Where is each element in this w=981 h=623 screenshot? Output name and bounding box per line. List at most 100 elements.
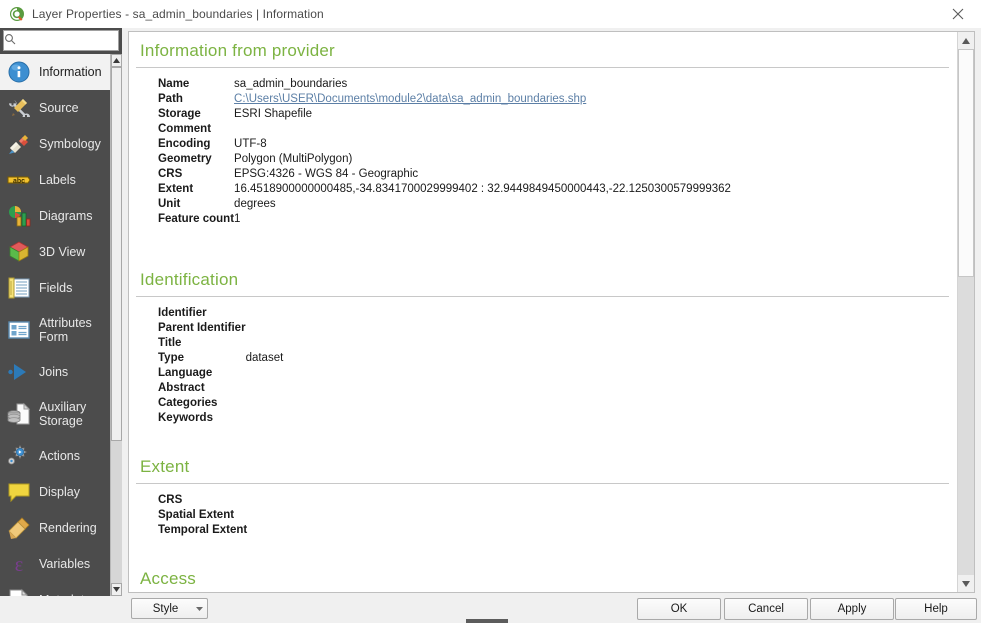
table-row: Temporal Extent [158,523,247,538]
metadata-icon [6,587,32,596]
section-divider [136,296,949,297]
sidebar-item-label: Attributes Form [39,316,92,344]
information-icon [6,59,32,85]
apply-button[interactable]: Apply [810,598,894,620]
table-row: Language [158,366,283,381]
attributes-form-icon [6,317,32,343]
row-key: Storage [158,108,201,120]
sidebar-item-3d-view[interactable]: 3D View [0,234,110,270]
row-value: UTF-8 [234,138,267,150]
row-key: Categories [158,397,218,409]
sidebar-item-label: Joins [39,365,69,379]
sidebar-item-label: Rendering [39,521,97,535]
source-icon [6,95,32,121]
table-row: Categories [158,396,283,411]
close-icon[interactable] [935,0,981,28]
sidebar-item-source[interactable]: Source [0,90,110,126]
row-value [246,381,284,396]
extent-table: CRS Spatial Extent Temporal Extent [158,493,247,538]
row-value [246,411,284,426]
sidebar-item-metadata[interactable]: Metadata [0,582,110,596]
svg-text:abc: abc [13,178,25,185]
identification-table: Identifier Parent Identifier Title Type … [158,306,283,426]
sidebar-item-label: Information [39,65,102,79]
sidebar-item-label: Auxiliary Storage [39,400,87,428]
section-title: Extent [140,457,190,476]
row-value [246,336,284,351]
sidebar-item-label: Variables [39,557,91,571]
search-icon [4,32,16,50]
sidebar-item-diagrams[interactable]: Diagrams [0,198,110,234]
table-row: Encoding UTF-8 [158,137,731,152]
svg-text:ε: ε [15,554,23,576]
table-row: Name sa_admin_boundaries [158,77,731,92]
sidebar-item-label: Actions [39,449,80,463]
search-input[interactable] [19,34,113,47]
sidebar-item-rendering[interactable]: Rendering [0,510,110,546]
sidebar-item-variables[interactable]: ε Variables [0,546,110,582]
dialog-button-bar: Style OK Cancel Apply Help [0,596,981,623]
path-link[interactable]: C:\Users\USER\Documents\module2\data\sa_… [234,93,586,105]
help-button[interactable]: Help [895,598,977,620]
row-value [234,122,731,137]
title-bar: Layer Properties - sa_admin_boundaries |… [0,0,981,28]
sidebar-item-joins[interactable]: Joins [0,354,110,390]
sidebar-scrollbar[interactable] [110,54,122,596]
sidebar-scroll-thumb[interactable] [111,67,122,441]
section-extent: Extent CRS Spatial Extent Temporal Exten… [129,448,958,538]
section-title: Identification [140,270,239,289]
row-key: Geometry [158,153,212,165]
sidebar-item-label: Fields [39,281,73,295]
row-value: ESRI Shapefile [234,108,313,120]
row-value: 16.4518900000000485,-34.8341700029999402… [234,183,731,195]
section-access: Access Fees [129,560,958,592]
content-scroll-thumb[interactable] [958,49,974,277]
cancel-button[interactable]: Cancel [724,598,808,620]
content-scroll-up-icon[interactable] [958,32,974,49]
sidebar-item-labels[interactable]: abc Labels [0,162,110,198]
ok-button[interactable]: OK [637,598,721,620]
sidebar-item-information[interactable]: Information [0,54,110,90]
table-row: Extent 16.4518900000000485,-34.834170002… [158,182,731,197]
style-dropdown-button[interactable]: Style [131,598,208,619]
search-box[interactable] [3,30,119,51]
diagrams-icon [6,203,32,229]
sidebar-item-fields[interactable]: Fields [0,270,110,306]
row-value: Polygon (MultiPolygon) [234,153,353,165]
sidebar-item-display[interactable]: Display [0,474,110,510]
table-row: Comment [158,122,731,137]
layer-properties-dialog: Layer Properties - sa_admin_boundaries |… [0,0,981,623]
sidebar-scroll-up-icon[interactable] [111,54,122,67]
table-row: Unit degrees [158,197,731,212]
chevron-down-icon [191,606,207,611]
sidebar-item-label: Source [39,101,79,115]
row-key: Title [158,337,182,349]
table-row: Spatial Extent [158,508,247,523]
row-key: Feature count [158,213,235,225]
content-scroll-down-icon[interactable] [958,575,974,592]
sidebar-scroll-down-icon[interactable] [111,583,122,596]
row-key: CRS [158,494,183,506]
row-key: Spatial Extent [158,509,235,521]
symbology-icon [6,131,32,157]
content-scrollbar[interactable] [957,32,974,592]
sidebar-item-attributes-form[interactable]: Attributes Form [0,306,110,354]
row-key: Path [158,93,183,105]
row-value: degrees [234,198,276,210]
sidebar-item-auxiliary-storage[interactable]: Auxiliary Storage [0,390,110,438]
row-key: Keywords [158,412,213,424]
taskbar-sliver [466,619,508,623]
sidebar-search [0,28,122,54]
sidebar-nav-list: Information Source Symbology abc Labels … [0,54,110,596]
sidebar-item-symbology[interactable]: Symbology [0,126,110,162]
style-button-label: Style [152,602,179,615]
row-key: Identifier [158,307,207,319]
table-row: CRS [158,493,247,508]
sidebar-item-actions[interactable]: Actions [0,438,110,474]
variables-icon: ε [6,551,32,577]
table-row: Path C:\Users\USER\Documents\module2\dat… [158,92,731,107]
row-key: Language [158,367,213,379]
